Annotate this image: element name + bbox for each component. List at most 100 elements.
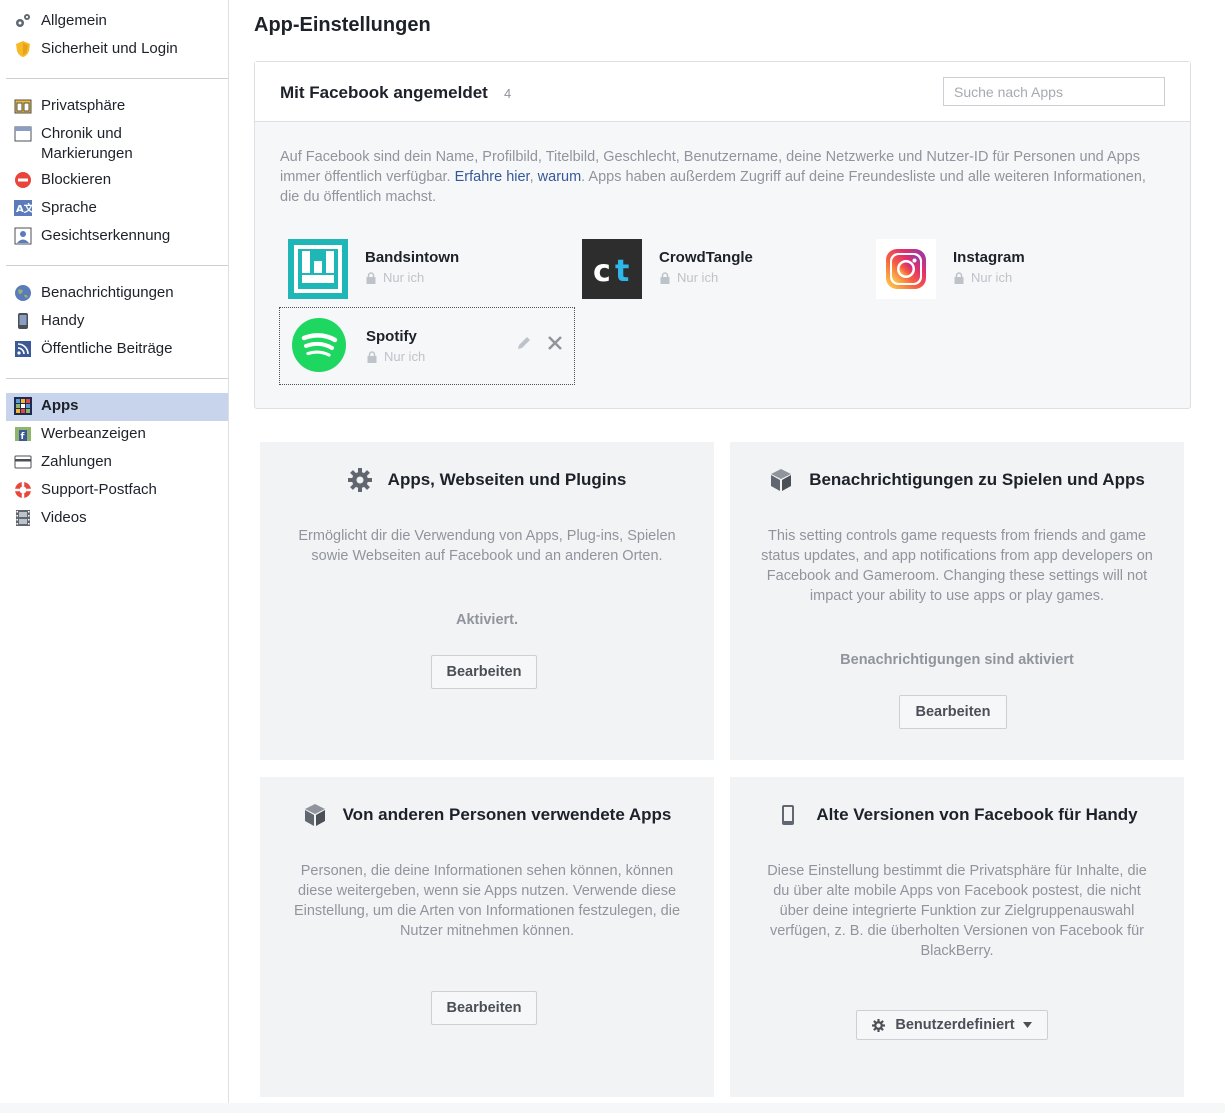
sidebar-item-label: Werbeanzeigen <box>41 425 146 442</box>
sidebar-item-sicherheit[interactable]: Sicherheit und Login <box>6 36 228 64</box>
learn-more-link[interactable]: Erfahre hier <box>455 169 530 185</box>
app-privacy-label: Nur ich <box>383 270 425 285</box>
remove-close-icon[interactable] <box>546 334 564 352</box>
app-tile-bandsintown[interactable]: Bandsintown Nur ich <box>279 239 575 317</box>
globe-icon <box>14 284 32 302</box>
sidebar-item-label: Benachrichtigungen <box>41 284 174 301</box>
app-privacy: Nur ich <box>953 270 1012 285</box>
sidebar-item-benachrichtigungen[interactable]: Benachrichtigungen <box>6 280 228 308</box>
gear-icon <box>872 1018 886 1032</box>
lock-people-icon <box>14 97 32 115</box>
app-privacy-label: Nur ich <box>677 270 719 285</box>
card-title: Alte Versionen von Facebook für Handy <box>730 803 1184 827</box>
sidebar-item-handy[interactable]: Handy <box>6 308 228 336</box>
nav-group-notifications: Benachrichtigungen Handy Öffentliche Bei… <box>0 272 228 372</box>
ads-icon: f <box>14 425 32 443</box>
card-status: Aktiviert. <box>455 612 519 628</box>
film-icon <box>14 509 32 527</box>
edit-pencil-icon[interactable] <box>515 334 533 352</box>
sidebar-item-apps[interactable]: Apps <box>6 393 228 421</box>
sidebar-item-oeffentliche-beitraege[interactable]: Öffentliche Beiträge <box>6 336 228 364</box>
audience-selector-button[interactable]: Benutzerdefiniert <box>856 1010 1048 1040</box>
sidebar-item-videos[interactable]: Videos <box>6 505 228 533</box>
nav-group-privacy: Privatsphäre Chronik und Markierungen Bl… <box>0 85 228 259</box>
face-recognition-icon <box>14 227 32 245</box>
credit-card-icon <box>14 453 32 471</box>
sidebar-item-label: Sprache <box>41 199 97 216</box>
settings-sidebar: Allgemein Sicherheit und Login Privatsph… <box>0 0 229 1113</box>
page-bottom-strip <box>0 1103 1225 1113</box>
cube-icon <box>303 803 327 827</box>
rss-icon <box>14 340 32 358</box>
sidebar-item-label: Sicherheit und Login <box>41 40 178 57</box>
sidebar-item-privatsphaere[interactable]: Privatsphäre <box>6 93 228 121</box>
info-text-separator: , <box>529 169 538 185</box>
sidebar-item-label: Handy <box>41 312 85 329</box>
card-old-mobile-versions: Alte Versionen von Facebook für Handy Di… <box>730 777 1184 1097</box>
language-icon: A文 <box>14 199 32 217</box>
svg-text:c: c <box>593 254 611 289</box>
block-icon <box>14 171 32 189</box>
page-title: App-Einstellungen <box>254 14 431 36</box>
lock-icon <box>365 271 377 284</box>
svg-text:t: t <box>615 254 629 289</box>
card-title-text: Apps, Webseiten und Plugins <box>387 470 627 489</box>
app-tile-spotify[interactable]: Spotify Nur ich <box>279 307 575 385</box>
edit-button[interactable]: Bearbeiten <box>431 991 537 1025</box>
sidebar-item-zahlungen[interactable]: Zahlungen <box>6 449 228 477</box>
card-description: This setting controls game requests from… <box>761 528 1153 604</box>
shield-icon <box>14 40 32 58</box>
app-privacy: Nur ich <box>659 270 718 285</box>
card-description: Ermöglicht dir die Verwendung von Apps, … <box>298 528 676 564</box>
sidebar-item-label: Allgemein <box>41 12 107 29</box>
instagram-logo-icon <box>876 239 936 299</box>
sidebar-item-label: Öffentliche Beiträge <box>41 340 173 357</box>
app-name: Spotify <box>366 328 417 345</box>
app-name: Instagram <box>953 249 1025 266</box>
app-search-input[interactable] <box>943 77 1165 106</box>
app-privacy: Nur ich <box>366 349 425 364</box>
caret-down-icon <box>1022 1022 1032 1028</box>
nav-group-account: Allgemein Sicherheit und Login <box>0 0 228 72</box>
apps-panel-header: Mit Facebook angemeldet 4 <box>255 62 1190 122</box>
sidebar-item-chronik[interactable]: Chronik und Markierungen <box>6 121 228 167</box>
sidebar-item-support-postfach[interactable]: Support-Postfach <box>6 477 228 505</box>
apps-panel-title: Mit Facebook angemeldet <box>280 83 488 102</box>
lock-icon <box>953 271 965 284</box>
card-title: Benachrichtigungen zu Spielen und Apps <box>730 468 1184 492</box>
card-description: Diese Einstellung bestimmt die Privatsph… <box>767 863 1147 959</box>
sidebar-divider <box>6 78 228 79</box>
sidebar-item-blockieren[interactable]: Blockieren <box>6 167 228 195</box>
sidebar-item-allgemein[interactable]: Allgemein <box>6 8 228 36</box>
main-content: App-Einstellungen Mit Facebook angemelde… <box>229 0 1225 1113</box>
svg-text:A文: A文 <box>16 202 32 215</box>
app-privacy-label: Nur ich <box>971 270 1013 285</box>
card-description: Personen, die deine Informationen sehen … <box>293 863 681 939</box>
sidebar-item-label: Support-Postfach <box>41 481 157 498</box>
audience-selector-label: Benutzerdefiniert <box>895 1017 1015 1033</box>
sidebar-item-sprache[interactable]: A文 Sprache <box>6 195 228 223</box>
card-title-text: Alte Versionen von Facebook für Handy <box>816 805 1138 824</box>
spotify-logo-icon <box>289 315 349 375</box>
edit-button[interactable]: Bearbeiten <box>899 695 1007 729</box>
app-tile-crowdtangle[interactable]: ct CrowdTangle Nur ich <box>573 239 869 317</box>
apps-grid-icon <box>14 397 32 415</box>
app-tile-instagram[interactable]: Instagram Nur ich <box>867 239 1163 317</box>
gear-icon <box>347 468 372 492</box>
app-name: Bandsintown <box>365 249 460 266</box>
sidebar-item-werbeanzeigen[interactable]: f Werbeanzeigen <box>6 421 228 449</box>
card-apps-websites-plugins: Apps, Webseiten und Plugins Ermöglicht d… <box>260 442 714 760</box>
sidebar-item-gesichtserkennung[interactable]: Gesichtserkennung <box>6 223 228 251</box>
mobile-phone-icon <box>776 803 800 827</box>
sidebar-divider <box>6 378 228 379</box>
edit-button[interactable]: Bearbeiten <box>431 655 537 689</box>
lock-icon <box>366 350 378 363</box>
timeline-icon <box>14 125 32 143</box>
lifebuoy-icon <box>14 481 32 499</box>
cube-icon <box>769 468 793 492</box>
bandsintown-logo-icon <box>288 239 348 299</box>
crowdtangle-logo-icon: ct <box>582 239 642 299</box>
logged-in-apps-panel: Mit Facebook angemeldet 4 Auf Facebook s… <box>254 61 1191 409</box>
card-title: Von anderen Personen verwendete Apps <box>260 803 714 827</box>
why-link[interactable]: warum <box>538 169 582 185</box>
